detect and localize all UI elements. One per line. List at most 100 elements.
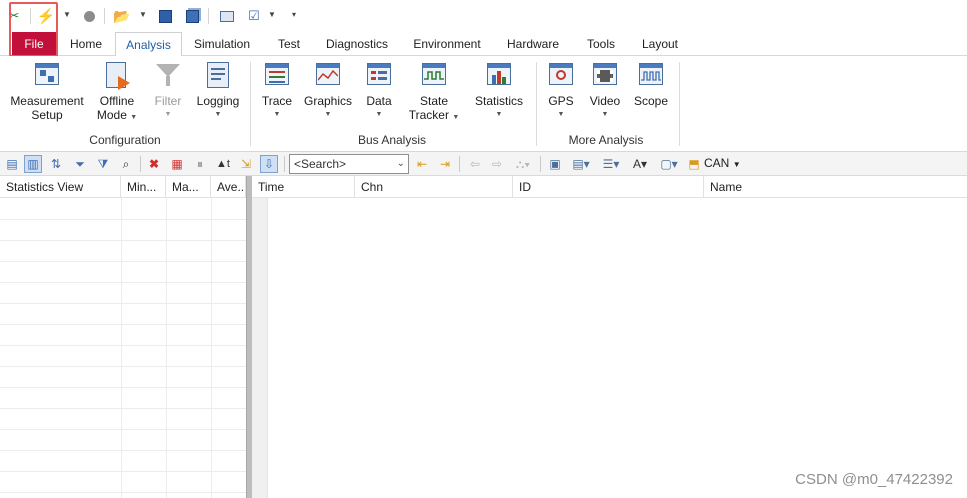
scope-label: Scope (633, 94, 669, 108)
chevron-down-icon[interactable]: ▼ (63, 10, 71, 19)
back-arrow-icon[interactable]: ⇦ (466, 155, 484, 173)
sort-icon[interactable]: ⇅ (47, 155, 65, 173)
column-header-chn[interactable]: Chn (355, 176, 513, 198)
tab-tools[interactable]: Tools (580, 32, 622, 56)
save-icon[interactable] (156, 7, 174, 25)
state-tracker-button[interactable]: State Tracker ▼ (406, 60, 462, 130)
state-tracker-icon (419, 60, 449, 90)
tab-environment[interactable]: Environment (406, 32, 488, 56)
window-icon[interactable]: ▣ (546, 155, 564, 173)
filter-options-icon[interactable]: ⧩ (94, 155, 112, 173)
stop-circle-icon[interactable] (80, 7, 98, 25)
measurement-setup-icon (32, 60, 62, 90)
channel-icon[interactable]: ⬒ (685, 155, 703, 173)
grid-line (0, 471, 246, 472)
video-button[interactable]: Video ▼ (586, 60, 624, 130)
chevron-down-icon[interactable]: ▼ (268, 10, 276, 19)
channel-selector[interactable]: CAN ▼ (704, 156, 741, 170)
trace-label: Trace (261, 94, 293, 108)
grid-line (0, 261, 246, 262)
find-icon[interactable]: ⌕ (117, 155, 135, 173)
tab-diagnostics[interactable]: Diagnostics (320, 32, 394, 56)
channel-label: CAN (704, 156, 730, 170)
separator (208, 8, 209, 24)
grid-line (0, 324, 246, 325)
layout-icon[interactable]: ▤▾ (568, 155, 594, 173)
forward-arrow-icon[interactable]: ⇨ (488, 155, 506, 173)
export-icon[interactable]: ⇲ (237, 155, 255, 173)
group-separator (536, 62, 537, 146)
tab-layout[interactable]: Layout (634, 32, 686, 56)
trace-button[interactable]: Trace ▼ (258, 60, 296, 130)
lightning-start-icon[interactable]: ⚡ (37, 7, 56, 25)
logging-button[interactable]: Logging ▼ (194, 60, 242, 130)
chevron-down-icon[interactable]: ⌄ (397, 155, 405, 173)
color-icon[interactable]: ▢▾ (656, 155, 682, 173)
scope-button[interactable]: Scope (630, 60, 672, 130)
chevron-down-icon: ▼ (495, 111, 503, 118)
scroll-lock-icon[interactable]: ⇩ (260, 155, 278, 173)
column-header-id[interactable]: ID (513, 176, 704, 198)
grid-line (0, 240, 246, 241)
delete-icon[interactable]: ✖ (145, 155, 163, 173)
absolute-time-icon[interactable]: ▲t (214, 155, 232, 173)
measurement-setup-button[interactable]: Measurement Setup (6, 60, 88, 130)
scope-icon (636, 60, 666, 90)
grid-line (0, 282, 246, 283)
graphics-button[interactable]: Graphics ▼ (304, 60, 352, 130)
search-previous-icon[interactable]: ⇤ (413, 155, 431, 173)
measurement-setup-label-1: Measurement (10, 94, 84, 108)
filter-label: Filter (154, 94, 182, 108)
statistics-config-icon[interactable]: ▤ (3, 155, 21, 173)
grid-line (0, 408, 246, 409)
column-header-statistics-view[interactable]: Statistics View (0, 176, 121, 198)
graphics-icon (313, 60, 343, 90)
gps-button[interactable]: GPS ▼ (542, 60, 580, 130)
clear-icon[interactable]: ▦ (168, 155, 186, 173)
tools-icon[interactable]: ✂ (5, 7, 23, 25)
grid-line (0, 450, 246, 451)
data-icon (364, 60, 394, 90)
customize-icon[interactable]: ▾ (292, 10, 296, 19)
filter-icon[interactable]: ⏷ (71, 155, 89, 173)
tab-analysis[interactable]: Analysis (115, 32, 182, 57)
tab-home[interactable]: Home (64, 32, 108, 56)
grid-line (0, 219, 246, 220)
statistics-view-panel: Statistics View Min... Ma... Ave... (0, 176, 246, 498)
data-label: Data (366, 94, 392, 108)
watermark: CSDN @m0_47422392 (795, 471, 953, 488)
tab-test[interactable]: Test (270, 32, 308, 56)
save-as-icon[interactable] (183, 7, 201, 25)
trace-icon (262, 60, 292, 90)
column-header-time[interactable]: Time (252, 176, 355, 198)
search-next-icon[interactable]: ⇥ (436, 155, 454, 173)
config-icon[interactable] (218, 7, 236, 25)
chevron-down-icon: ▼ (164, 111, 172, 118)
column-header-average[interactable]: Ave... (211, 176, 246, 198)
separator (140, 156, 141, 172)
statistics-button[interactable]: Statistics ▼ (470, 60, 528, 130)
tab-file[interactable]: File (12, 32, 56, 56)
search-input[interactable]: <Search> ⌄ (289, 154, 409, 174)
font-size-icon[interactable]: A▾ (627, 155, 653, 173)
row-header-strip (252, 198, 268, 498)
chevron-down-icon[interactable]: ▼ (139, 10, 147, 19)
columns-icon[interactable]: ☰▾ (598, 155, 624, 173)
chevron-down-icon: ▼ (214, 111, 222, 118)
marker-icon[interactable]: ⛬▾ (511, 155, 535, 173)
filter-button[interactable]: Filter ▼ (148, 60, 188, 130)
open-folder-icon[interactable]: 📂 (113, 7, 131, 25)
tab-hardware[interactable]: Hardware (500, 32, 566, 56)
pause-icon[interactable]: ⏸ (191, 155, 209, 173)
offline-mode-button[interactable]: Offline Mode ▼ (94, 60, 140, 130)
column-header-min[interactable]: Min... (121, 176, 166, 198)
check-icon[interactable]: ☑ (245, 7, 263, 25)
column-header-max[interactable]: Ma... (166, 176, 211, 198)
column-header-name[interactable]: Name (704, 176, 967, 198)
separator (104, 8, 105, 24)
statistics-view-icon[interactable]: ▥ (24, 155, 42, 173)
separator (30, 8, 31, 24)
graphics-label: Graphics (304, 94, 353, 108)
data-button[interactable]: Data ▼ (360, 60, 398, 130)
tab-simulation[interactable]: Simulation (188, 32, 256, 56)
